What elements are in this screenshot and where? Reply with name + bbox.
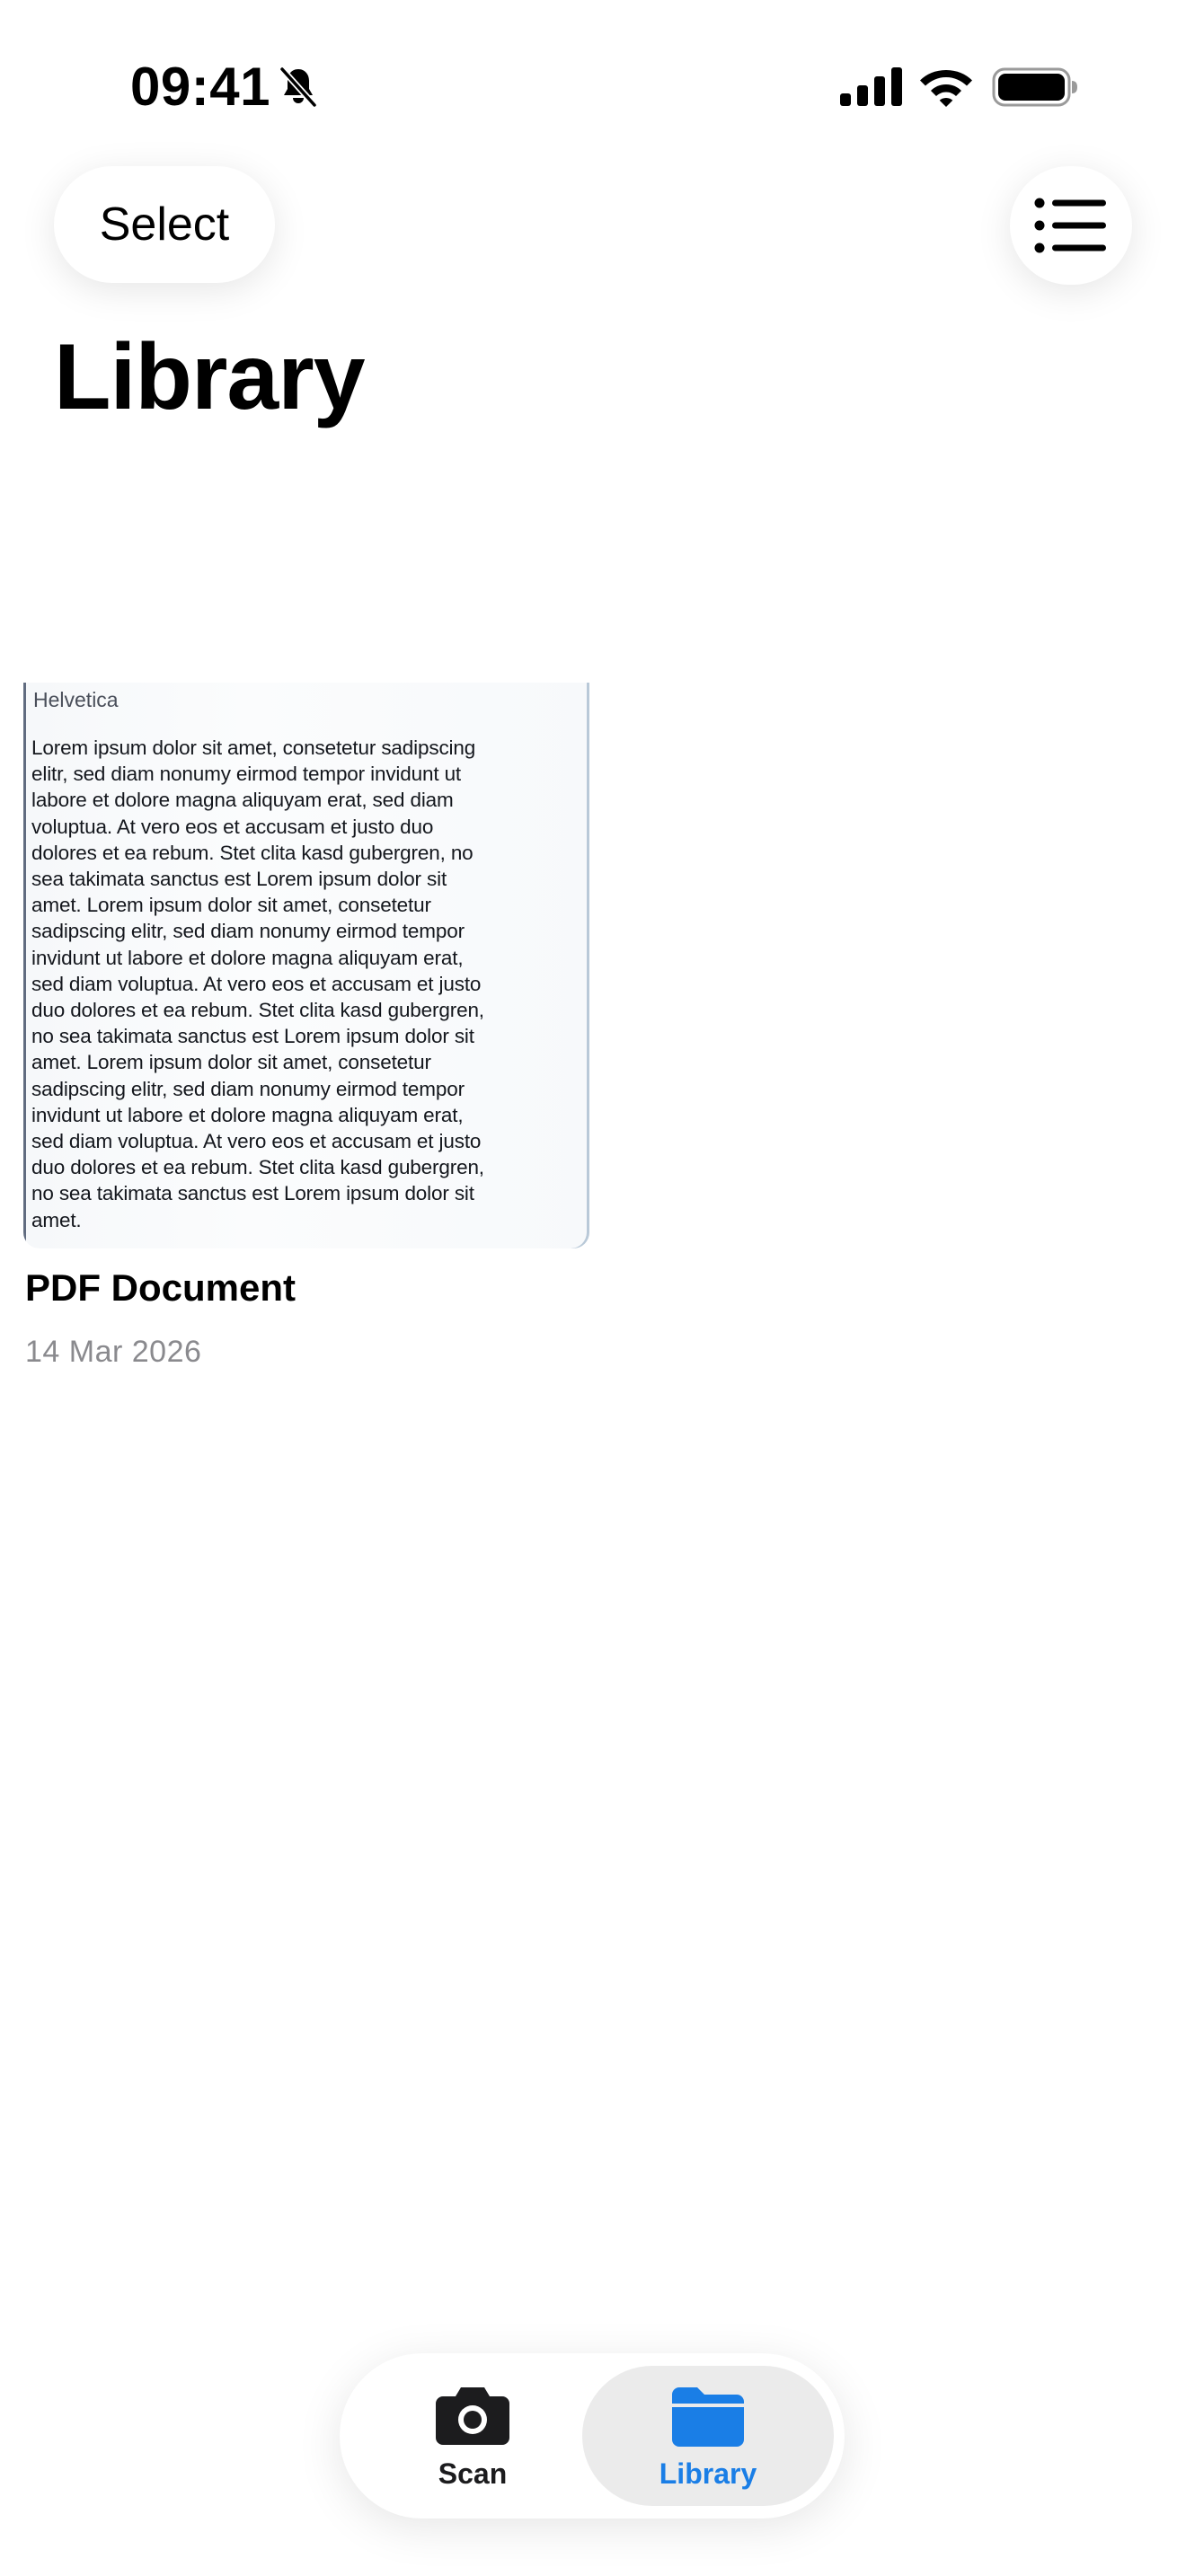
page-title: Library [54, 325, 366, 429]
status-time: 09:41 [130, 57, 270, 117]
bell-slash-icon [279, 66, 318, 109]
thumbnail-font-label: Helvetica [33, 688, 119, 711]
camera-icon [436, 2387, 509, 2445]
cellular-signal-icon [840, 67, 902, 106]
thumbnail-body-text: Lorem ipsum dolor sit amet, consetetur s… [31, 737, 484, 1231]
select-button[interactable]: Select [54, 166, 275, 283]
document-card[interactable]: Helvetica Lorem ipsum dolor sit amet, co… [23, 683, 589, 1369]
status-bar: 09:41 [0, 0, 1186, 171]
tab-scan[interactable]: Scan [347, 2366, 598, 2506]
list-bullet-icon [1034, 198, 1106, 253]
tab-bar: Scan Library [340, 2353, 845, 2519]
document-thumbnail[interactable]: Helvetica Lorem ipsum dolor sit amet, co… [23, 683, 589, 1248]
folder-icon [672, 2387, 744, 2447]
tab-scan-label: Scan [438, 2457, 508, 2490]
tab-library[interactable]: Library [582, 2366, 834, 2506]
library-screen: 09:41 Select Library Helvetica Lorem ips… [0, 0, 1186, 2576]
wifi-icon [920, 70, 972, 107]
document-title: PDF Document [25, 1266, 296, 1309]
document-date: 14 Mar 2026 [25, 1335, 202, 1369]
tab-library-label: Library [659, 2457, 757, 2490]
battery-icon [992, 67, 1077, 107]
view-options-button[interactable] [1010, 166, 1132, 285]
